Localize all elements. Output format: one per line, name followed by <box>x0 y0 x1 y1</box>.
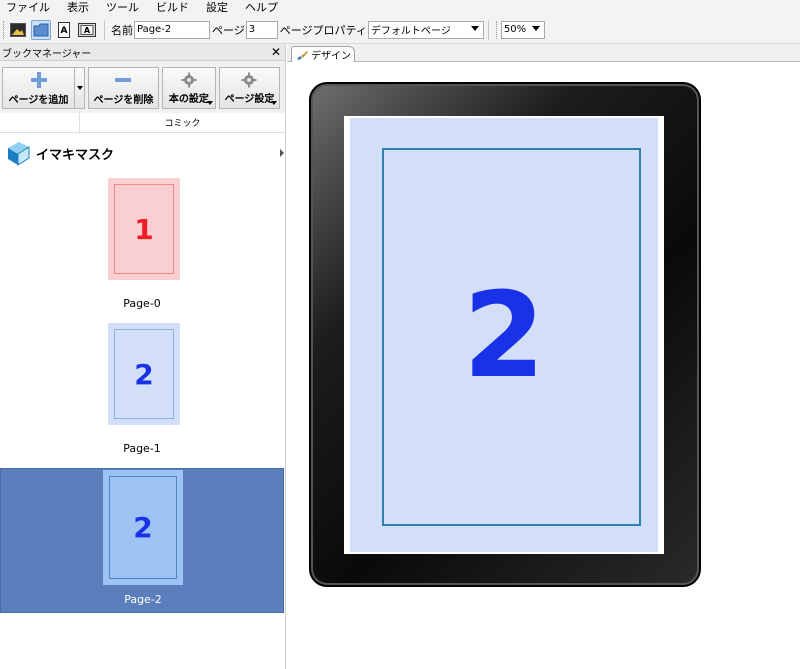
design-canvas[interactable]: 2 <box>287 62 800 669</box>
zoom-value: 50% <box>503 24 527 35</box>
page-label: Page-1 <box>123 442 161 455</box>
tab-design[interactable]: デザイン <box>291 46 355 62</box>
column-header-blank <box>0 113 80 132</box>
menu-view[interactable]: 表示 <box>67 1 89 15</box>
page-label: ページ <box>212 23 245 37</box>
menu-file[interactable]: ファイル <box>6 1 50 15</box>
svg-text:A: A <box>84 26 91 35</box>
page-settings-button[interactable]: ページ設定 <box>218 67 280 109</box>
folder-tool-button[interactable] <box>31 19 51 40</box>
page-property-select[interactable]: デフォルトページ <box>367 20 484 39</box>
page-preview[interactable]: 2 <box>350 118 658 552</box>
page-property-label: ページプロパティ <box>279 23 367 37</box>
text-tool-button[interactable]: A <box>54 20 74 40</box>
book-manager-panel: ブックマネージャー ✕ ページを追加 ページを削除 本の設定 ページ設定 コミッ… <box>0 44 286 669</box>
page-list-item-selected[interactable]: 2 Page-2 <box>0 468 284 613</box>
design-tab-strip: デザイン <box>287 44 800 62</box>
page-property-value: デフォルトページ <box>370 26 451 37</box>
menu-bar: ファイル 表示 ツール ビルド 設定 ヘルプ <box>0 0 800 16</box>
add-page-button[interactable]: ページを追加 <box>2 67 75 109</box>
expand-arrow-icon[interactable] <box>280 149 284 157</box>
gear-icon <box>181 72 197 87</box>
minus-icon <box>115 77 132 82</box>
book-manager-title: ブックマネージャー <box>2 48 92 60</box>
delete-page-button[interactable]: ページを削除 <box>88 67 159 109</box>
page-thumbnail: 1 <box>108 178 180 280</box>
book-column-header: コミック <box>0 113 285 133</box>
book-settings-button[interactable]: 本の設定 <box>161 67 216 109</box>
toolbar-separator <box>104 19 105 40</box>
chevron-down-icon <box>531 25 540 31</box>
toolbar-separator <box>487 19 489 40</box>
gear-icon <box>241 72 257 87</box>
dropdown-arrow-icon <box>206 101 213 105</box>
image-icon <box>10 22 26 37</box>
name-label: 名前 <box>111 23 133 37</box>
page-list-item[interactable]: 2 Page-1 <box>0 323 284 457</box>
textbox-icon: A <box>78 22 96 37</box>
book-manager-header: ブックマネージャー ✕ <box>0 44 285 61</box>
page-thumbnail-number: 1 <box>114 184 174 274</box>
menu-settings[interactable]: 設定 <box>206 1 228 15</box>
page-thumbnail-number: 2 <box>114 329 174 419</box>
add-page-split-button: ページを追加 <box>2 67 85 113</box>
book-icon <box>8 142 30 166</box>
name-input[interactable] <box>134 20 210 39</box>
delete-page-label: ページを削除 <box>93 94 154 106</box>
page-thumbnail: 2 <box>108 323 180 425</box>
add-page-label: ページを追加 <box>8 94 69 106</box>
svg-text:A: A <box>61 26 68 36</box>
book-settings-label: 本の設定 <box>168 93 209 105</box>
column-header-comic: コミック <box>164 119 201 129</box>
book-manager-buttons: ページを追加 ページを削除 本の設定 ページ設定 <box>0 61 285 113</box>
toolbar-grip[interactable] <box>495 20 499 39</box>
image-tool-button[interactable] <box>8 20 28 40</box>
page-thumbnail-number: 2 <box>109 476 177 579</box>
book-title: イマキマスク <box>36 147 115 163</box>
close-icon[interactable]: ✕ <box>271 46 281 58</box>
page-list-item[interactable]: 1 Page-0 <box>0 178 284 312</box>
add-page-dropdown[interactable] <box>75 67 85 109</box>
chevron-down-icon <box>470 25 479 31</box>
toolbar-grip[interactable] <box>3 20 6 39</box>
page-settings-label: ページ設定 <box>224 93 275 105</box>
page-label: Page-2 <box>124 593 162 606</box>
menu-build[interactable]: ビルド <box>156 1 189 15</box>
folder-icon <box>33 23 49 36</box>
text-page-icon: A <box>58 21 70 38</box>
zoom-select[interactable]: 50% <box>500 20 545 39</box>
toolbar: A A 名前 ページ ページプロパティ デフォルトページ 50% <box>0 16 800 44</box>
textbox-tool-button[interactable]: A <box>77 20 97 40</box>
page-label: Page-0 <box>123 297 161 310</box>
tab-design-label: デザイン <box>311 51 351 62</box>
menu-help[interactable]: ヘルプ <box>245 1 278 15</box>
page-number-input[interactable] <box>245 20 278 39</box>
plus-icon <box>30 71 47 88</box>
tablet-screen: 2 <box>344 116 664 554</box>
tablet-frame: 2 <box>309 82 701 587</box>
page-thumbnail: 2 <box>103 470 183 585</box>
book-tree-item[interactable]: イマキマスク <box>0 133 285 173</box>
menu-tools[interactable]: ツール <box>106 1 139 15</box>
dropdown-arrow-icon <box>271 101 277 105</box>
page-number-text[interactable]: 2 <box>350 118 658 552</box>
brush-icon <box>297 50 308 60</box>
